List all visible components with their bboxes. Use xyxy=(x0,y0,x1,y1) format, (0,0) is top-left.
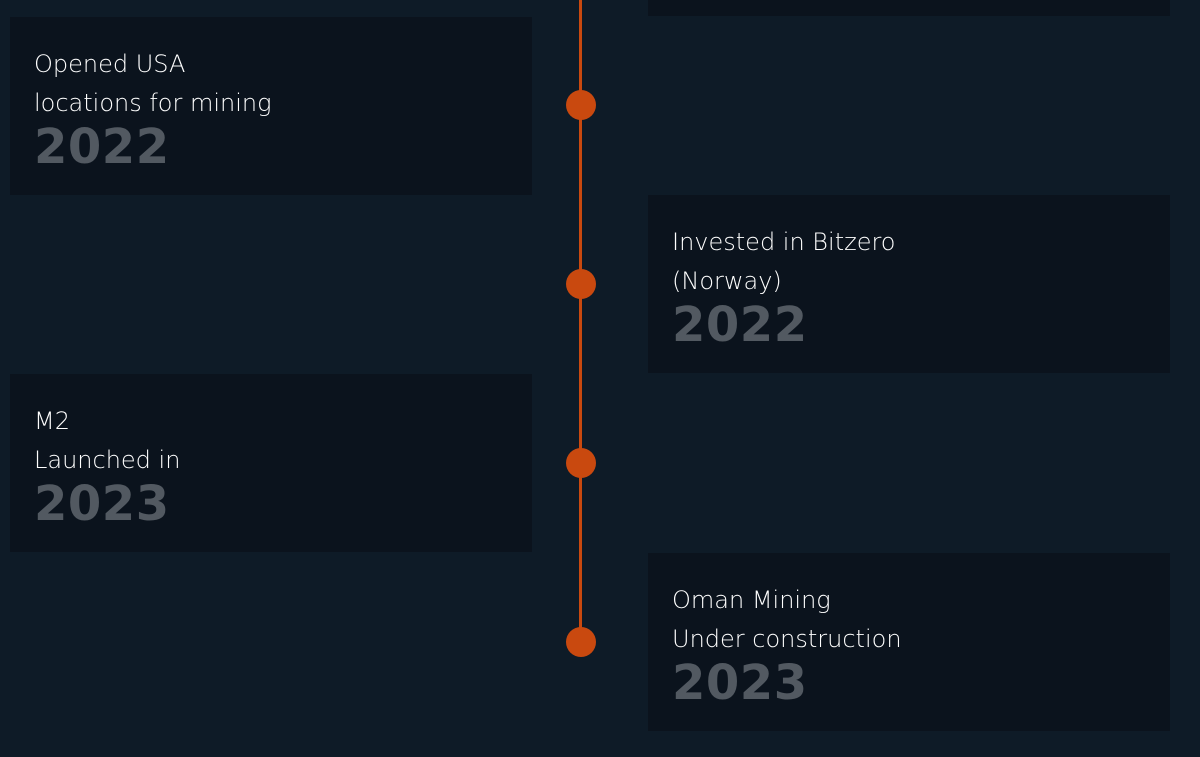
event-subtitle: Launched in xyxy=(34,446,181,474)
event-title: Opened USA xyxy=(34,50,186,78)
event-year: 2023 xyxy=(672,655,808,711)
timeline-dot xyxy=(566,448,596,478)
event-title: Invested in Bitzero xyxy=(672,228,896,256)
timeline-dot xyxy=(566,269,596,299)
timeline-card-bitzero: Invested in Bitzero (Norway) 2022 xyxy=(648,195,1170,373)
event-year: 2023 xyxy=(34,476,170,532)
timeline-dot xyxy=(566,90,596,120)
timeline-card-opened-usa: Opened USA locations for mining 2022 xyxy=(10,17,532,195)
event-title: Oman Mining xyxy=(672,586,831,614)
timeline-card-oman: Oman Mining Under construction 2023 xyxy=(648,553,1170,731)
event-subtitle: Under construction xyxy=(672,625,902,653)
event-subtitle: locations for mining xyxy=(34,89,272,117)
event-subtitle: (Norway) xyxy=(672,267,782,295)
timeline-dot xyxy=(566,627,596,657)
event-year: 2022 xyxy=(34,119,170,175)
timeline-page: Opened USA locations for mining 2022 Inv… xyxy=(0,0,1200,757)
timeline-card-partial xyxy=(648,0,1170,16)
event-title: M2 xyxy=(34,407,70,435)
timeline-card-m2: M2 Launched in 2023 xyxy=(10,374,532,552)
event-year: 2022 xyxy=(672,297,808,353)
